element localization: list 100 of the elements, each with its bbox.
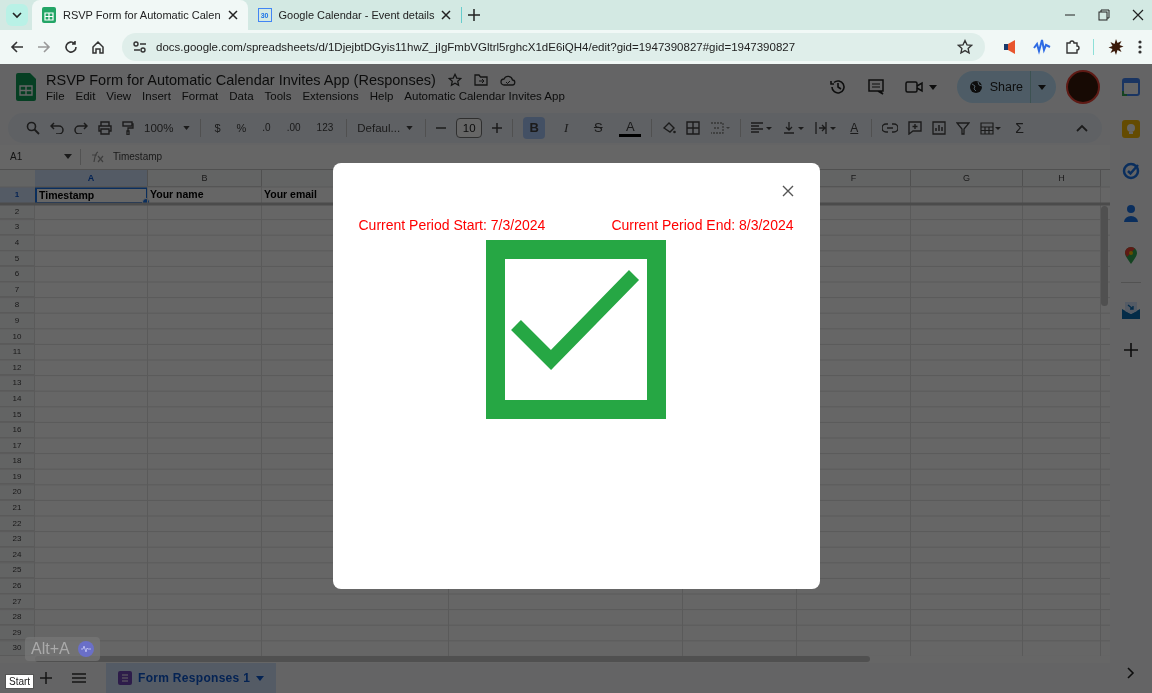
form-icon	[118, 671, 132, 685]
bold-button[interactable]: B	[523, 116, 546, 139]
functions-button[interactable]: Σ	[1012, 117, 1027, 138]
share-button[interactable]: Share	[956, 71, 1056, 104]
link-icon[interactable]	[882, 122, 899, 133]
checkbox-checked-icon	[486, 239, 666, 419]
italic-button[interactable]: I	[555, 116, 578, 139]
chevron-right-icon[interactable]	[1127, 667, 1135, 679]
tab-search-button[interactable]	[6, 4, 28, 26]
splat-icon[interactable]	[1107, 37, 1125, 56]
close-icon[interactable]	[227, 10, 238, 20]
calculator-icon[interactable]	[980, 120, 1003, 135]
sheets-logo-icon[interactable]	[16, 73, 36, 102]
restore-icon[interactable]	[1098, 9, 1110, 21]
person-icon[interactable]	[1124, 203, 1138, 222]
menu-item[interactable]: Extensions	[302, 90, 359, 103]
avatar[interactable]	[1066, 70, 1100, 105]
inbox-icon[interactable]	[1121, 300, 1141, 319]
folder-icon[interactable]	[473, 74, 488, 87]
caret-icon	[183, 125, 191, 130]
sheet-tab[interactable]: Form Responses 1	[106, 663, 277, 693]
menu-item[interactable]: Edit	[75, 90, 96, 103]
filter-icon[interactable]	[956, 120, 971, 135]
history-icon[interactable]	[828, 78, 847, 97]
menu-icon[interactable]	[72, 673, 86, 683]
percent-button[interactable]: %	[233, 119, 250, 136]
borders-icon[interactable]	[686, 120, 701, 135]
font-size-field[interactable]: 10	[456, 117, 483, 138]
document-title[interactable]: RSVP Form for Automatic Calendar Invites App (Responses)	[46, 72, 436, 89]
search-icon[interactable]	[26, 120, 40, 135]
tasks-icon[interactable]	[1122, 161, 1140, 180]
map-pin-icon[interactable]	[1124, 245, 1138, 264]
home-icon[interactable]	[91, 39, 105, 54]
forward-icon[interactable]	[37, 39, 51, 54]
number-format-button[interactable]: 123	[313, 120, 337, 136]
sheets-icon	[42, 7, 56, 23]
address-field[interactable]: docs.google.com/spreadsheets/d/1DjejbtDGyis11hwZ_jIgFmbVGltrl5rghcX1dE6iQH4/edit?gid=1947390827#gid=1947390827	[122, 32, 985, 61]
back-icon[interactable]	[10, 39, 24, 54]
close-icon[interactable]	[781, 184, 794, 197]
increase-decimals-button[interactable]: .00	[283, 120, 304, 136]
formula-field[interactable]: Timestamp	[113, 151, 163, 163]
column-header[interactable]: H	[1023, 169, 1101, 187]
name-box[interactable]: A1	[10, 151, 56, 163]
decrease-decimals-button[interactable]: .0	[259, 120, 274, 136]
caret-icon	[928, 84, 937, 90]
menu-item[interactable]: Data	[229, 90, 254, 103]
menu-item[interactable]: Insert	[142, 90, 171, 103]
print-icon[interactable]	[98, 120, 112, 135]
table-cell[interactable]: Your name	[148, 186, 262, 204]
menu-item[interactable]: Automatic Calendar Invites App	[404, 90, 565, 103]
more-icon[interactable]	[1138, 39, 1142, 54]
redo-icon[interactable]	[74, 121, 88, 134]
text-wrap-icon[interactable]	[815, 121, 838, 134]
add-comment-icon[interactable]	[908, 120, 923, 135]
menu-item[interactable]: View	[106, 90, 132, 103]
column-header[interactable]: A	[35, 169, 148, 187]
shortcut-tooltip: Alt+A	[25, 636, 100, 661]
text-rotation-button[interactable]: A	[847, 118, 862, 137]
chevron-down-icon	[11, 9, 23, 21]
caret-icon[interactable]	[64, 154, 72, 160]
comment-icon[interactable]	[866, 78, 885, 97]
collapse-icon[interactable]	[1076, 123, 1088, 132]
scrollbar-thumb[interactable]	[35, 656, 870, 662]
chart-icon[interactable]	[932, 120, 947, 135]
align-bottom-icon[interactable]	[783, 121, 806, 134]
reload-icon[interactable]	[64, 39, 78, 54]
waveform-icon[interactable]	[1033, 38, 1051, 55]
currency-button[interactable]: $	[211, 119, 224, 136]
star-icon[interactable]	[957, 38, 973, 55]
plus-icon[interactable]	[492, 122, 503, 133]
strikethrough-button[interactable]: S	[587, 116, 610, 139]
star-icon[interactable]	[447, 73, 462, 88]
tab-title: Google Calendar - Event details	[278, 9, 435, 21]
zoom-dropdown[interactable]: 100%	[144, 121, 191, 134]
column-header[interactable]: B	[148, 169, 262, 187]
add-sheet-icon[interactable]	[40, 672, 52, 684]
fill-color-icon[interactable]	[662, 120, 677, 135]
text-color-button[interactable]: A	[619, 118, 642, 137]
new-tab-icon[interactable]	[468, 9, 481, 21]
close-icon[interactable]	[1132, 9, 1144, 21]
puzzle-icon[interactable]	[1064, 38, 1080, 55]
font-dropdown[interactable]: Defaul...	[357, 121, 416, 134]
column-header[interactable]: G	[911, 169, 1023, 187]
calendar-icon[interactable]	[1122, 77, 1140, 96]
menu-item[interactable]: Help	[369, 90, 394, 103]
merge-cells-icon[interactable]	[710, 121, 731, 134]
cloud-check-icon[interactable]	[499, 74, 516, 87]
browser-tab[interactable]: RSVP Form for Automatic Calen	[32, 0, 248, 30]
scrollbar-thumb[interactable]	[1101, 205, 1108, 306]
menu-item[interactable]: Format	[181, 90, 219, 103]
tab-title: RSVP Form for Automatic Calen	[63, 9, 221, 21]
undo-icon[interactable]	[50, 121, 64, 134]
video-call-button[interactable]	[904, 80, 937, 95]
close-icon[interactable]	[441, 10, 452, 20]
paint-roller-icon[interactable]	[122, 120, 134, 135]
align-left-icon[interactable]	[751, 121, 774, 134]
menu-item[interactable]: File	[46, 90, 65, 103]
caret-icon	[256, 675, 265, 681]
plus-icon[interactable]	[1124, 342, 1138, 357]
menu-item[interactable]: Tools	[264, 90, 292, 103]
